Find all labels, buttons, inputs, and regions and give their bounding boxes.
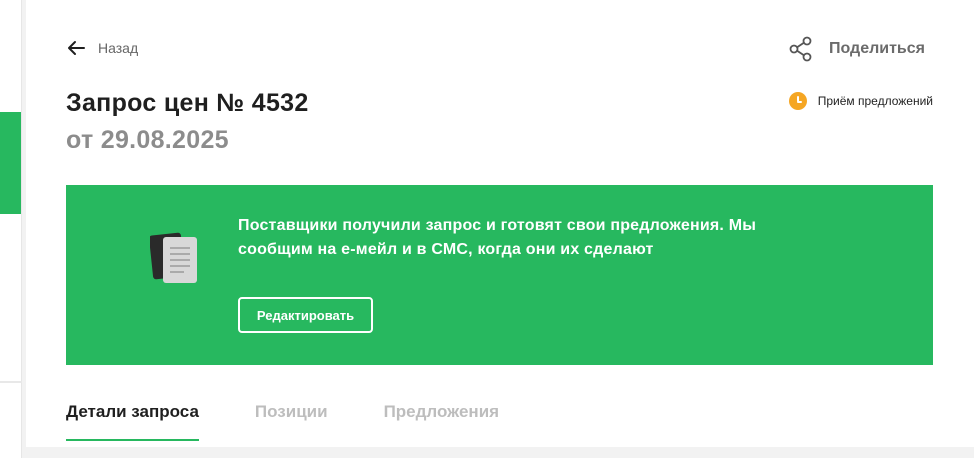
left-panel-active-indicator — [0, 112, 21, 214]
edit-button[interactable]: Редактировать — [238, 297, 373, 333]
left-panel — [0, 0, 22, 458]
page-title: Запрос цен № 4532 — [66, 89, 309, 117]
page-background-gap — [22, 447, 974, 458]
request-date: от 29.08.2025 — [66, 126, 229, 154]
share-icon — [789, 36, 812, 62]
arrow-left-icon — [68, 41, 85, 55]
clock-icon — [788, 92, 807, 110]
status-banner: Поставщики получили запрос и готовят сво… — [66, 185, 933, 365]
status-label: Приём предложений — [817, 94, 933, 108]
share-button[interactable]: Поделиться — [789, 36, 925, 62]
back-link-label: Назад — [98, 40, 139, 56]
tab-offers[interactable]: Предложения — [384, 402, 500, 441]
back-link[interactable]: Назад — [66, 38, 138, 58]
share-label: Поделиться — [828, 40, 925, 57]
left-panel-divider — [0, 381, 22, 383]
tab-bar: Детали запроса Позиции Предложения — [66, 402, 555, 441]
documents-icon — [150, 232, 197, 283]
tab-positions[interactable]: Позиции — [255, 402, 328, 441]
banner-message: Поставщики получили запрос и готовят сво… — [238, 217, 757, 258]
status-badge: Приём предложений — [788, 92, 933, 110]
tab-request-details[interactable]: Детали запроса — [66, 402, 199, 441]
